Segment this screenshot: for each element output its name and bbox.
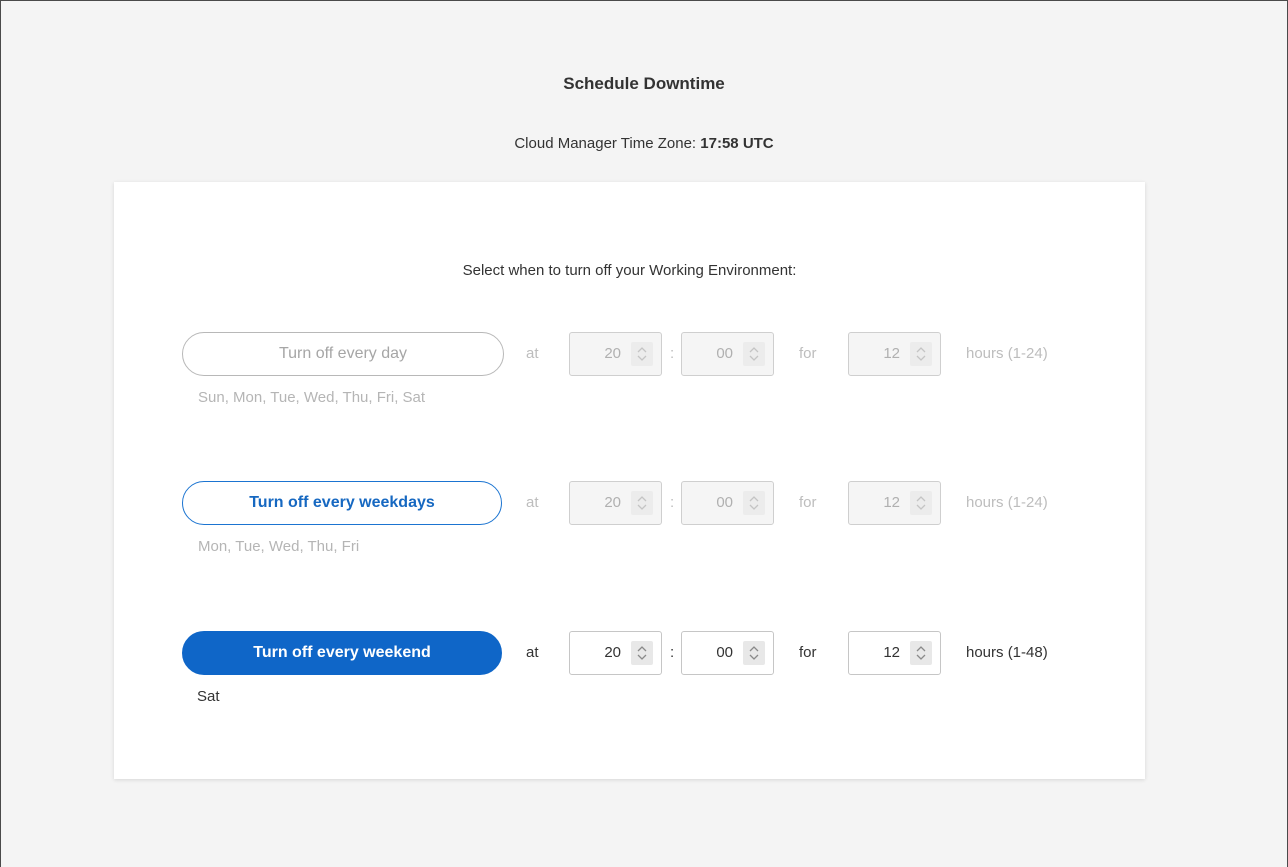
minute-value: 00 — [716, 494, 733, 511]
chevron-up-down-icon[interactable] — [910, 491, 932, 515]
hour-value: 20 — [604, 494, 621, 511]
time-separator: : — [670, 345, 675, 362]
page-title: Schedule Downtime — [563, 74, 725, 93]
duration-value: 12 — [883, 494, 900, 511]
chevron-up-down-icon[interactable] — [910, 641, 932, 665]
hours-range-label: hours (1-24) — [966, 345, 1048, 362]
instruction-text: Select when to turn off your Working Env… — [462, 262, 797, 279]
time-separator: : — [670, 494, 675, 511]
minute-stepper[interactable]: 00 — [681, 332, 774, 376]
hour-stepper[interactable]: 20 — [569, 631, 662, 675]
schedule-card: Select when to turn off your Working Env… — [114, 182, 1145, 779]
duration-stepper[interactable]: 12 — [848, 481, 941, 525]
chevron-up-down-icon[interactable] — [743, 342, 765, 366]
schedule-row-every-day: Turn off every day Sun, Mon, Tue, Wed, T… — [114, 332, 1145, 422]
for-label: for — [799, 494, 817, 511]
at-label: at — [526, 644, 539, 661]
turn-off-every-day-button[interactable]: Turn off every day — [182, 332, 504, 376]
for-label: for — [799, 345, 817, 362]
time-separator: : — [670, 644, 675, 661]
turn-off-every-weekend-button[interactable]: Turn off every weekend — [182, 631, 502, 675]
app-window: Schedule Downtime Cloud Manager Time Zon… — [0, 0, 1288, 867]
for-label: for — [799, 644, 817, 661]
hour-value: 20 — [604, 644, 621, 661]
hour-value: 20 — [604, 345, 621, 362]
chevron-up-down-icon[interactable] — [910, 342, 932, 366]
schedule-row-weekdays: Turn off every weekdays Mon, Tue, Wed, T… — [114, 481, 1145, 571]
chevron-up-down-icon[interactable] — [631, 641, 653, 665]
chevron-up-down-icon[interactable] — [631, 342, 653, 366]
days-list: Sun, Mon, Tue, Wed, Thu, Fri, Sat — [198, 389, 426, 406]
hour-stepper[interactable]: 20 — [569, 332, 662, 376]
minute-stepper[interactable]: 00 — [681, 481, 774, 525]
duration-stepper[interactable]: 12 — [848, 631, 941, 675]
minute-value: 00 — [716, 345, 733, 362]
hours-range-label: hours (1-48) — [966, 644, 1048, 661]
duration-value: 12 — [883, 644, 900, 661]
timezone-value: 17:58 UTC — [700, 135, 774, 152]
timezone-label: Cloud Manager Time Zone: — [514, 135, 697, 152]
schedule-row-weekend: Turn off every weekend Sat at 20 : 00 fo… — [114, 631, 1145, 721]
duration-stepper[interactable]: 12 — [848, 332, 941, 376]
days-list: Sat — [197, 688, 220, 705]
chevron-up-down-icon[interactable] — [631, 491, 653, 515]
chevron-up-down-icon[interactable] — [743, 491, 765, 515]
minute-value: 00 — [716, 644, 733, 661]
minute-stepper[interactable]: 00 — [681, 631, 774, 675]
hours-range-label: hours (1-24) — [966, 494, 1048, 511]
chevron-up-down-icon[interactable] — [743, 641, 765, 665]
duration-value: 12 — [883, 345, 900, 362]
days-list: Mon, Tue, Wed, Thu, Fri — [198, 538, 360, 555]
at-label: at — [526, 494, 539, 511]
hour-stepper[interactable]: 20 — [569, 481, 662, 525]
turn-off-every-weekdays-button[interactable]: Turn off every weekdays — [182, 481, 502, 525]
timezone-line: Cloud Manager Time Zone: 17:58 UTC — [1, 135, 1287, 152]
at-label: at — [526, 345, 539, 362]
